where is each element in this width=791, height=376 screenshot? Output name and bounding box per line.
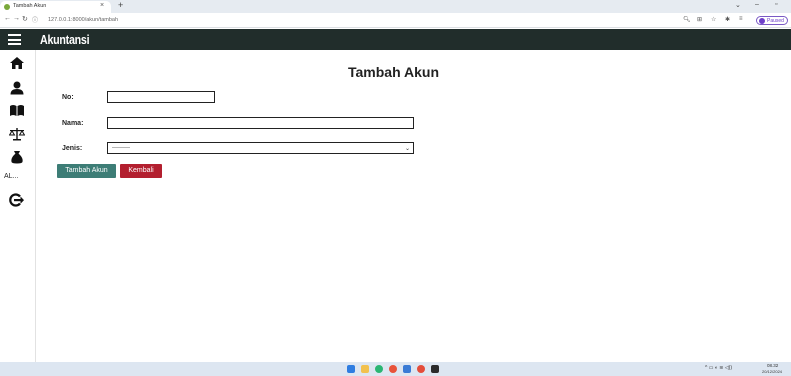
app-header: Akuntansi	[0, 29, 791, 50]
profile-button[interactable]: Paused	[756, 16, 788, 25]
outlook-icon[interactable]	[403, 365, 411, 373]
no-input[interactable]	[107, 91, 215, 103]
system-tray-icons[interactable]: ^ ▭ ◐ ≋ ◁))	[705, 365, 732, 371]
tab-search-icon[interactable]: ⌄	[735, 1, 741, 9]
profile-avatar	[759, 18, 765, 24]
share-icon[interactable]: ⊞	[697, 16, 702, 23]
tab-close-icon[interactable]: ×	[100, 2, 104, 9]
sidebar-item-logout[interactable]	[0, 191, 36, 211]
forward-icon[interactable]: →	[13, 15, 20, 22]
opera-icon[interactable]	[389, 365, 397, 373]
edge-browser-icon[interactable]	[375, 365, 383, 373]
file-explorer-icon[interactable]	[361, 365, 369, 373]
jenis-selected-value: ---------	[112, 145, 130, 151]
kembali-button[interactable]: Kembali	[120, 164, 162, 178]
back-icon[interactable]: ←	[4, 15, 11, 22]
clock-time[interactable]: 08.32	[767, 363, 778, 368]
profile-label: Paused	[767, 18, 784, 24]
extensions-icon[interactable]: ✱	[725, 16, 730, 23]
logout-icon	[9, 193, 24, 207]
chrome-icon[interactable]	[417, 365, 425, 373]
menu-toggle-icon[interactable]	[8, 34, 21, 45]
zoom-icon[interactable]: 🔍︎	[683, 16, 691, 23]
user-icon	[10, 81, 24, 95]
os-taskbar: ^ ▭ ◐ ≋ ◁)) 08.32 20/12/2024	[0, 362, 791, 376]
tab-title: Tambah Akun	[13, 3, 47, 9]
sidebar-item-money[interactable]	[0, 148, 36, 168]
clock-date[interactable]: 20/12/2024	[762, 369, 782, 374]
sidebar-item-home[interactable]	[0, 54, 36, 74]
sidebar: AL...	[0, 50, 36, 362]
new-tab-button[interactable]: +	[118, 0, 123, 10]
nama-input[interactable]	[107, 117, 414, 129]
nama-label: Nama:	[62, 120, 84, 127]
bookmark-star-icon[interactable]: ☆	[711, 16, 716, 23]
reading-list-icon[interactable]: ≡	[739, 16, 743, 22]
sidebar-item-al[interactable]: AL...	[0, 168, 36, 188]
favicon-icon	[4, 4, 10, 10]
sidebar-item-balance[interactable]	[0, 125, 36, 145]
sidebar-item-label: AL...	[4, 173, 19, 180]
screen: Tambah Akun × + ⌄ – ▫ ← → ↻ ⓘ 127.0.0.1:…	[0, 0, 791, 376]
minimize-button[interactable]: –	[755, 1, 759, 8]
address-input[interactable]: 127.0.0.1:8000/akun/tambah	[40, 15, 660, 25]
sidebar-item-book[interactable]	[0, 101, 36, 121]
home-icon	[10, 57, 24, 69]
windows-start-icon[interactable]	[347, 365, 355, 373]
chevron-down-icon: ⌄	[404, 146, 410, 152]
browser-tabbar: Tambah Akun × + ⌄ – ▫	[0, 0, 791, 13]
no-label: No:	[62, 94, 74, 101]
book-icon	[10, 105, 24, 116]
tambah-akun-button[interactable]: Tambah Akun	[57, 164, 116, 178]
site-info-icon[interactable]: ⓘ	[32, 15, 40, 25]
jenis-label: Jenis:	[62, 145, 83, 152]
browser-toolbar: ← → ↻ ⓘ 127.0.0.1:8000/akun/tambah 🔍︎ ⊞ …	[0, 13, 791, 28]
browser-tab[interactable]: Tambah Akun ×	[0, 1, 111, 13]
reload-icon[interactable]: ↻	[22, 15, 28, 23]
jenis-select[interactable]: --------- ⌄	[107, 142, 414, 154]
terminal-icon[interactable]	[431, 365, 439, 373]
maximize-button[interactable]: ▫	[775, 1, 777, 8]
scale-icon	[9, 128, 25, 141]
app-title: Akuntansi	[40, 32, 90, 47]
money-bag-icon	[11, 151, 23, 164]
page-title: Tambah Akun	[348, 64, 440, 80]
sidebar-item-user[interactable]	[0, 79, 36, 99]
